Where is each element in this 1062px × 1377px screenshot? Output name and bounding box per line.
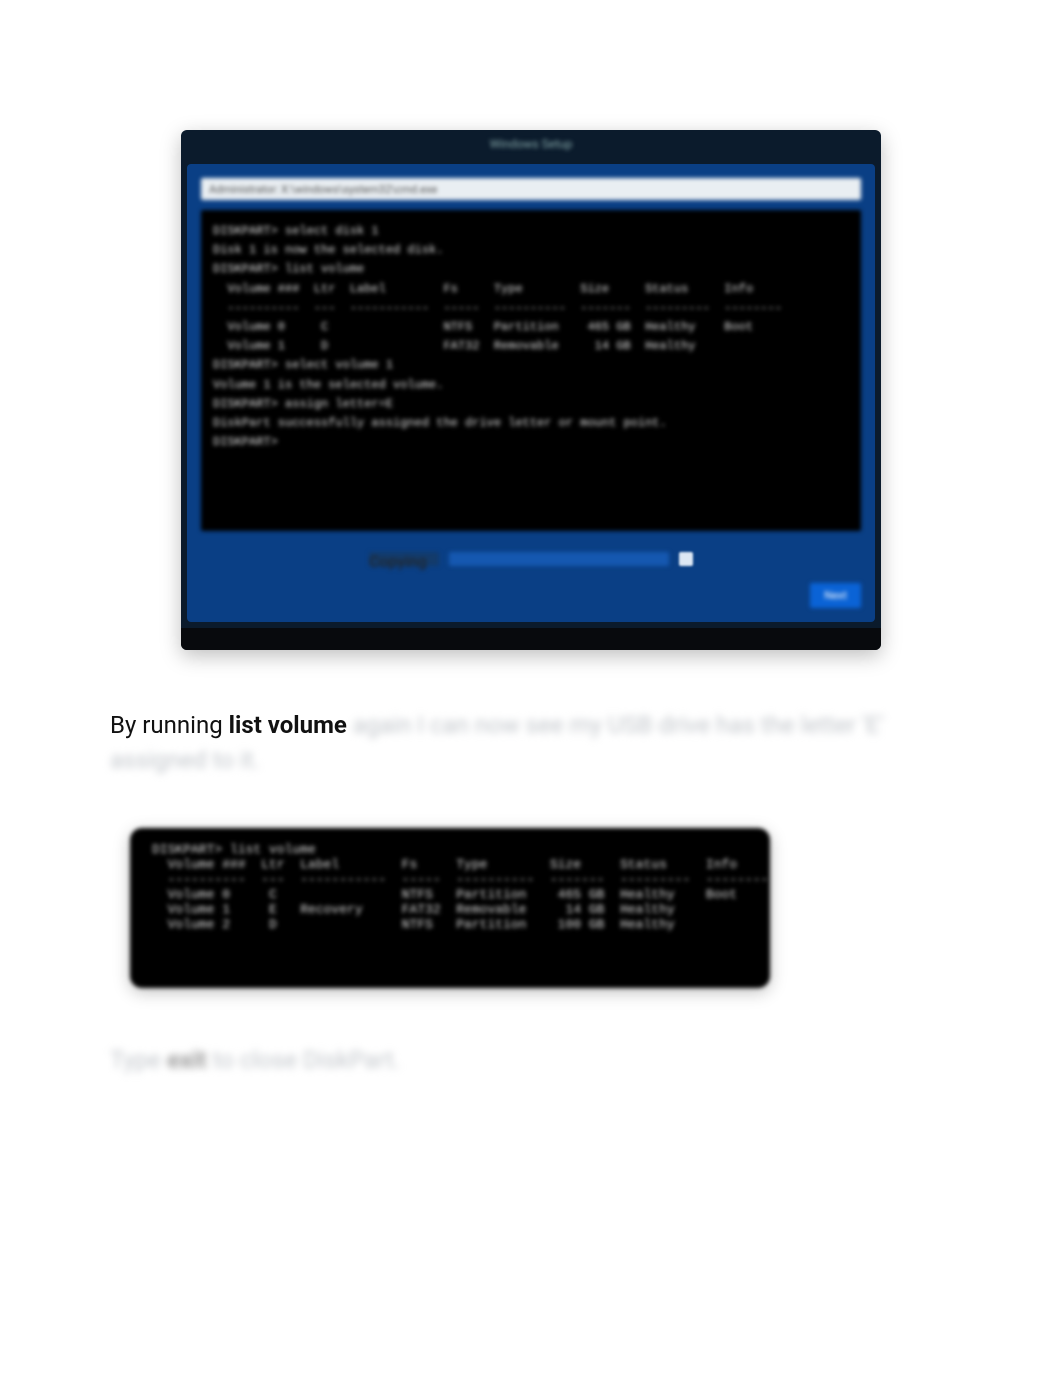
terminal-line: Volume 1 E Recovery FAT32 Removable 14 G… [152,902,748,917]
terminal-line: ---------- --- ----------- ----- -------… [213,299,849,318]
terminal-line: Disk 1 is now the selected disk. [213,241,849,260]
para-prefix: By running [110,711,229,739]
terminal-line: Volume 1 D FAT32 Removable 14 GB Healthy [213,337,849,356]
terminal-line: DISKPART> assign letter=E [213,395,849,414]
terminal-line: DISKPART> select volume 1 [213,356,849,375]
screenshot-list-volume: DISKPART> list volume Volume ### Ltr Lab… [130,828,770,988]
cmd-title: Administrator: X:\windows\system32\cmd.e… [201,178,861,200]
next-button[interactable]: Next [810,583,861,608]
terminal-line: Volume 0 C NTFS Partition 465 GB Healthy… [152,887,748,902]
terminal-line: DISKPART> list volume [152,842,748,857]
terminal-line: Volume ### Ltr Label Fs Type Size Status… [213,280,849,299]
screenshot-setup-terminal: Windows Setup Administrator: X:\windows\… [181,130,881,650]
window-titlebar: Windows Setup [181,130,881,158]
terminal-line: DISKPART> [213,433,849,452]
terminal-line: Volume 2 D NTFS Partition 100 GB Healthy [152,917,748,932]
progress-label: Copying [369,552,439,566]
closing-paragraph: Type exit to close DiskPart. [110,1043,952,1078]
body-paragraph: By running list volume again I can now s… [110,708,952,778]
terminal-line: Volume 1 is the selected volume. [213,376,849,395]
terminal-line: Volume ### Ltr Label Fs Type Size Status… [152,857,748,872]
para2-bold-command: exit [167,1046,207,1074]
terminal-line: DISKPART> list volume [213,260,849,279]
para2-remainder: to close DiskPart. [207,1046,400,1074]
para-bold-command: list volume [229,711,347,739]
terminal-line: ---------- --- ----------- ----- -------… [152,872,748,887]
para2-prefix: Type [110,1046,167,1074]
terminal-line: DiskPart successfully assigned the drive… [213,414,849,433]
taskbar [181,628,881,650]
progress-bar [449,552,669,566]
progress-dot [679,552,693,566]
terminal-line: Volume 0 C NTFS Partition 465 GB Healthy… [213,318,849,337]
window-body: Administrator: X:\windows\system32\cmd.e… [187,164,875,622]
progress-strip: Copying [201,541,861,577]
terminal-line: DISKPART> select disk 1 [213,222,849,241]
terminal-output: DISKPART> select disk 1 Disk 1 is now th… [201,210,861,531]
